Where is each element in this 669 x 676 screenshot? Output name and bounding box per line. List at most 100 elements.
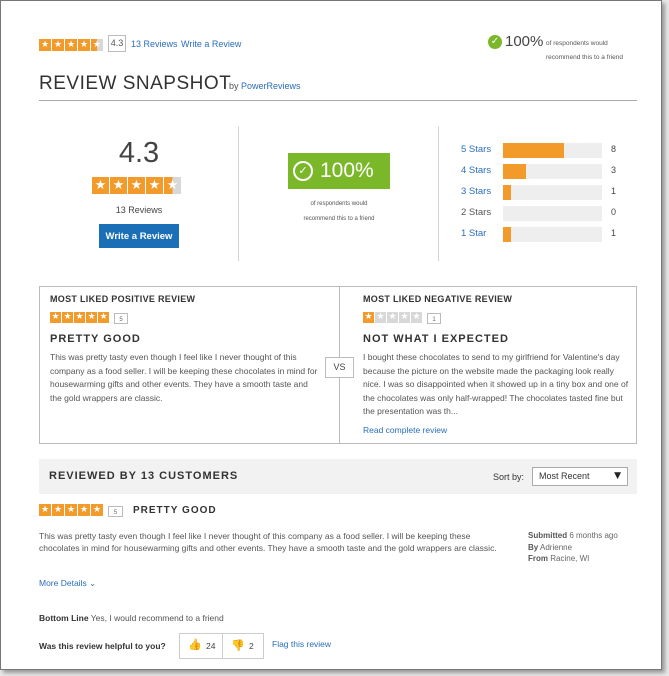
recommend-check-icon: ✓ <box>293 161 313 181</box>
helpful-no-button[interactable]: 👎 2 <box>223 634 263 658</box>
by-label: By <box>528 542 539 552</box>
snapshot-separator-2 <box>438 126 439 261</box>
read-complete-review-link[interactable]: Read complete review <box>363 425 447 435</box>
histogram-bar <box>503 185 511 200</box>
star-icon: ★ <box>86 312 97 323</box>
star-icon: ★ <box>363 312 374 323</box>
positive-review-title: PRETTY GOOD <box>50 333 141 345</box>
write-review-link[interactable]: Write a Review <box>181 39 241 49</box>
submitted-label: Submitted <box>528 531 568 540</box>
histogram-bar <box>503 164 526 179</box>
thumbs-down-icon: 👎 <box>231 639 245 652</box>
sort-select[interactable]: Most Recent ▼ <box>532 467 628 486</box>
chevron-down-icon: ⌄ <box>89 579 96 588</box>
review-location: From Racine, WI <box>528 553 638 565</box>
by-value: Adrienne <box>540 542 573 552</box>
helpful-question: Was this review helpful to you? <box>39 641 166 651</box>
header-recommend-percent: 100% <box>505 33 544 50</box>
histogram-label[interactable]: 4 Stars <box>461 165 491 176</box>
sort-select-value: Most Recent <box>539 471 590 481</box>
histogram-count: 1 <box>611 186 617 196</box>
snapshot-title: REVIEW SNAPSHOT <box>39 73 232 94</box>
histogram-bar-track <box>503 143 602 158</box>
star-icon: ★ <box>98 312 109 323</box>
histogram-bar <box>503 227 511 242</box>
snapshot-divider <box>39 100 637 101</box>
snapshot-rating-value: 4.3 <box>118 137 160 169</box>
header-star-rating: ★ ★ ★ ★ ★ <box>39 39 103 51</box>
bottom-line: Bottom Line Yes, I would recommend to a … <box>39 613 224 623</box>
star-icon: ★ <box>50 312 61 323</box>
helpful-no-count: 2 <box>249 641 254 651</box>
star-icon: ★ <box>411 312 422 323</box>
star-icon: ★ <box>65 39 77 51</box>
histogram-label[interactable]: 1 Star <box>461 228 486 239</box>
star-icon: ★ <box>78 504 90 516</box>
helpful-yes-count: 24 <box>206 641 216 651</box>
vs-badge: VS <box>325 357 354 378</box>
snapshot-recommend-percent: 100% <box>320 159 374 182</box>
histogram-bar <box>503 143 564 158</box>
histogram-count: 1 <box>611 228 617 238</box>
negative-review-heading: MOST LIKED NEGATIVE REVIEW <box>363 294 513 304</box>
negative-review-body: I bought these chocolates to send to my … <box>363 352 629 416</box>
histogram-label[interactable]: 3 Stars <box>461 186 491 197</box>
review-rating-badge: 5 <box>108 506 123 517</box>
review-widget-frame: ★ ★ ★ ★ ★ 4.3 13 Reviews Write a Review ✓ 10… <box>0 0 662 670</box>
snapshot-reviews-count: 13 Reviews <box>115 205 163 215</box>
snapshot-recommend-line1: of respondents would <box>310 201 368 207</box>
negative-review-rating-badge: 1 <box>427 313 441 324</box>
snapshot-by-label: by <box>229 81 239 91</box>
recommend-check-icon: ✓ <box>488 35 502 49</box>
star-icon: ★ <box>39 39 51 51</box>
more-details-label: More Details <box>39 578 87 588</box>
review-submitted: Submitted 6 months ago <box>528 530 638 542</box>
snapshot-recommend-line2: recommend this to a friend <box>303 216 375 222</box>
sort-label: Sort by: <box>493 472 525 482</box>
from-value: Racine, WI <box>550 554 590 563</box>
snapshot-star-rating: ★ ★ ★ ★ ★ <box>92 177 181 194</box>
positive-review-body: This was pretty tasty even though I feel… <box>50 352 318 403</box>
star-icon: ★ <box>92 177 109 194</box>
star-icon: ★ <box>39 504 51 516</box>
flag-review-link[interactable]: Flag this review <box>272 639 331 649</box>
header-recommend-text: of respondents would recommend this to a… <box>546 40 623 61</box>
review-body: This was pretty tasty even though I feel… <box>39 531 497 553</box>
thumbs-up-icon: 👍 <box>188 638 202 651</box>
powerreviews-link[interactable]: PowerReviews <box>241 81 301 91</box>
review-meta: Submitted 6 months ago By Adrienne From … <box>528 530 638 565</box>
histogram-count: 3 <box>611 165 617 175</box>
negative-review-title: NOT WHAT I EXPECTED <box>363 333 509 345</box>
star-icon: ★ <box>399 312 410 323</box>
positive-review-heading: MOST LIKED POSITIVE REVIEW <box>50 294 196 304</box>
star-icon: ★ <box>146 177 163 194</box>
histogram-label: 2 Stars <box>461 207 492 218</box>
helpful-vote-group: 👍 24 👎 2 <box>179 633 264 659</box>
helpful-yes-button[interactable]: 👍 24 <box>180 634 223 658</box>
review-author: By Adrienne <box>528 542 638 554</box>
write-review-button[interactable]: Write a Review <box>99 224 179 248</box>
submitted-value: 6 months ago <box>569 531 618 540</box>
snapshot-recommend-badge: ✓ 100% <box>288 153 390 189</box>
bottom-line-label: Bottom Line <box>39 613 89 623</box>
snapshot-separator-1 <box>238 126 239 261</box>
star-icon: ★ <box>62 312 73 323</box>
star-icon: ★ <box>74 312 85 323</box>
positive-review-rating-badge: 5 <box>114 313 128 324</box>
review-stars: ★ ★ ★ ★ ★ <box>39 504 103 516</box>
star-icon: ★ <box>91 504 103 516</box>
histogram-label[interactable]: 5 Stars <box>461 144 491 155</box>
histogram-bar-track <box>503 185 602 200</box>
star-icon: ★ <box>387 312 398 323</box>
histogram-count: 0 <box>611 207 617 217</box>
star-icon: ★ <box>91 39 103 51</box>
star-icon: ★ <box>375 312 386 323</box>
more-details-link[interactable]: More Details ⌄ <box>39 578 96 588</box>
header-rating-value: 4.3 <box>108 35 126 52</box>
positive-review-stars: ★ ★ ★ ★ ★ <box>50 312 109 323</box>
reviews-count-link[interactable]: 13 Reviews <box>131 39 178 49</box>
chevron-down-icon: ▼ <box>614 471 621 481</box>
negative-review-stars: ★ ★ ★ ★ ★ <box>363 312 422 323</box>
histogram-bar-track <box>503 227 602 242</box>
star-icon: ★ <box>164 177 181 194</box>
